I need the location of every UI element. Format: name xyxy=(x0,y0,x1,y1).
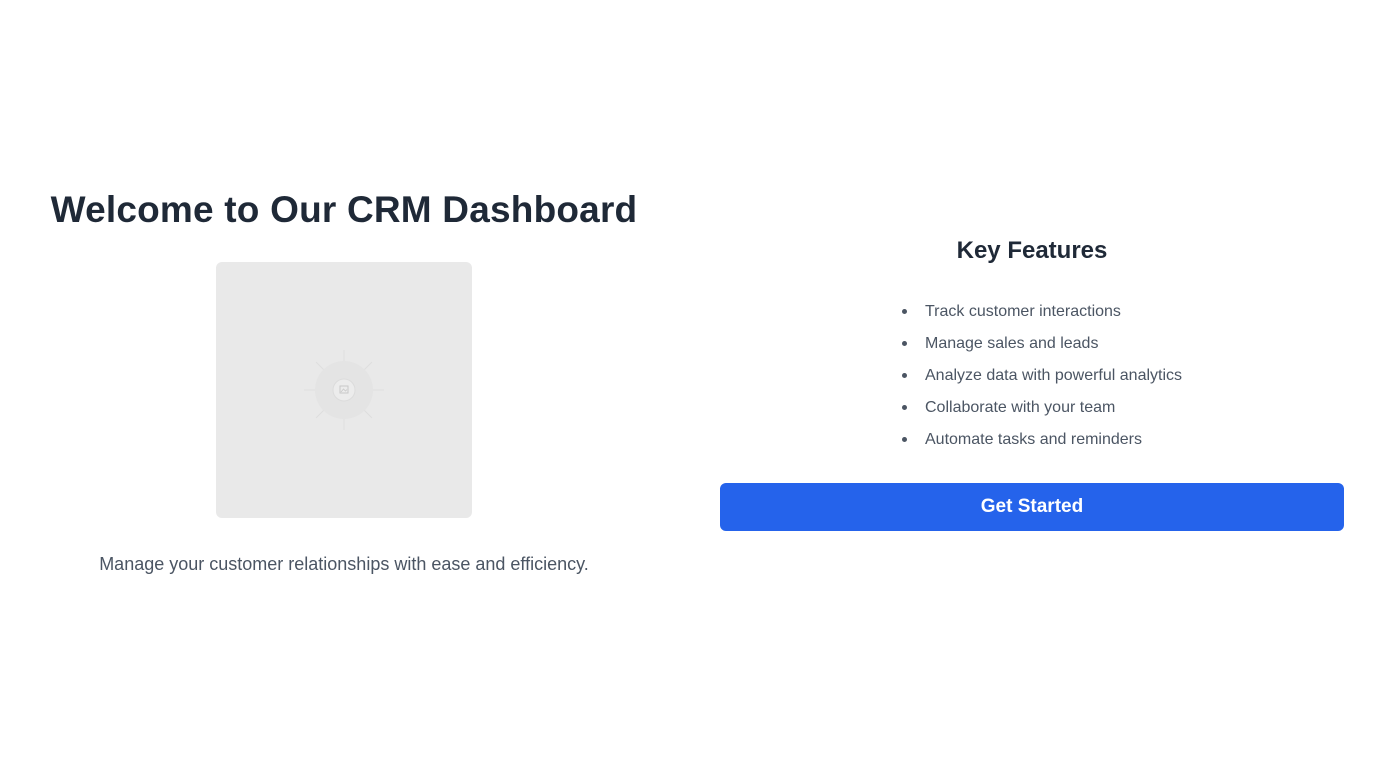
list-item: Track customer interactions xyxy=(902,296,1202,328)
list-item: Analyze data with powerful analytics xyxy=(902,360,1202,392)
feature-label: Track customer interactions xyxy=(925,303,1121,320)
feature-label: Manage sales and leads xyxy=(925,335,1099,352)
feature-label: Analyze data with powerful analytics xyxy=(925,367,1183,384)
page-title: Welcome to Our CRM Dashboard xyxy=(50,189,638,230)
features-list: Track customer interactions Manage sales… xyxy=(902,296,1202,456)
bullet-icon xyxy=(902,309,907,314)
list-item: Collaborate with your team xyxy=(902,392,1202,424)
feature-label: Collaborate with your team xyxy=(925,399,1116,416)
image-placeholder-icon xyxy=(304,350,384,430)
bullet-icon xyxy=(902,341,907,346)
hero-image-placeholder xyxy=(216,262,472,518)
features-title: Key Features xyxy=(956,237,1108,264)
bullet-icon xyxy=(902,437,907,442)
bullet-icon xyxy=(902,373,907,378)
list-item: Manage sales and leads xyxy=(902,328,1202,360)
hero-section: Welcome to Our CRM Dashboard Manage your… xyxy=(32,186,656,577)
list-item: Automate tasks and reminders xyxy=(902,424,1202,456)
bullet-icon xyxy=(902,405,907,410)
get-started-button[interactable]: Get Started xyxy=(720,483,1344,531)
tagline: Manage your customer relationships with … xyxy=(99,554,589,574)
feature-label: Automate tasks and reminders xyxy=(925,431,1142,448)
page: Welcome to Our CRM Dashboard Manage your… xyxy=(0,0,1376,768)
features-section: Key Features Track customer interactions… xyxy=(720,233,1344,531)
